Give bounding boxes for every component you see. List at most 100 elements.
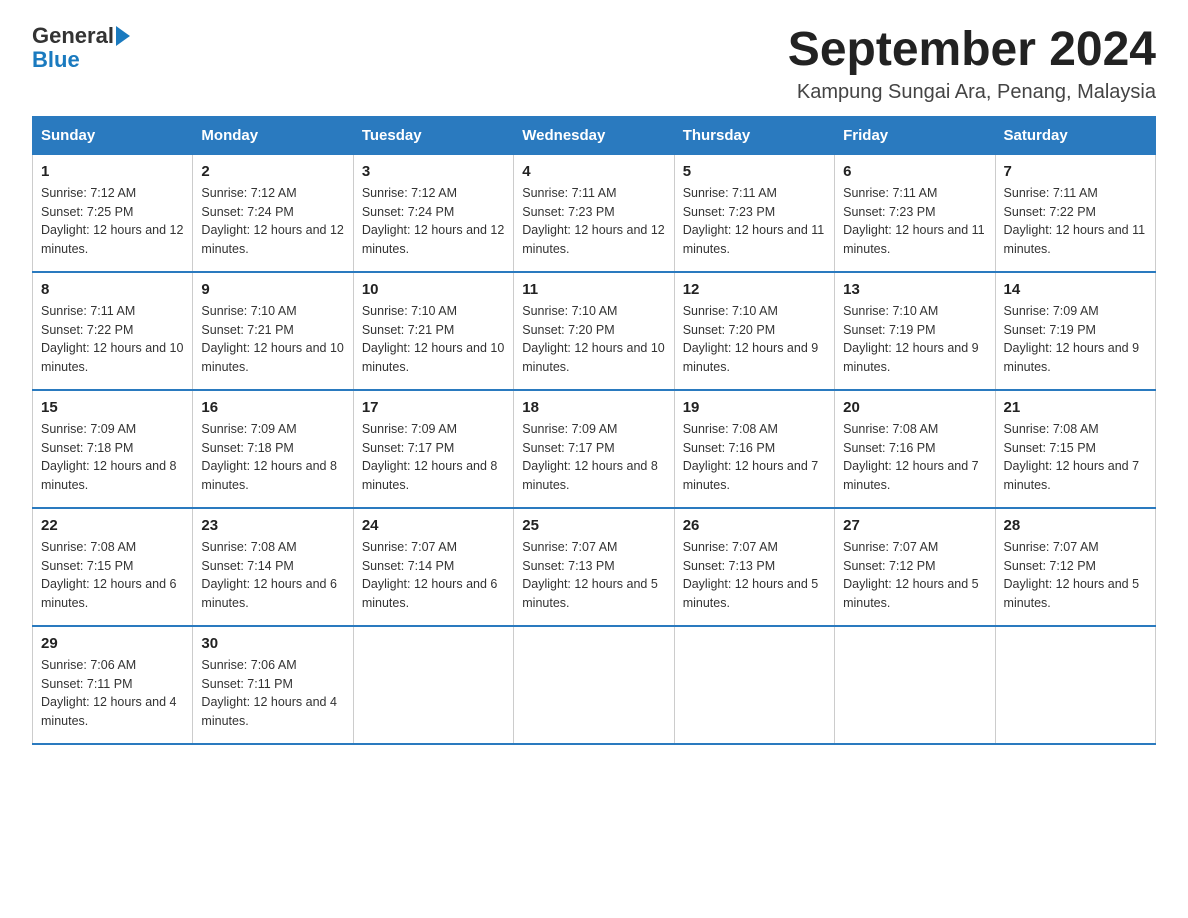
day-number: 8: [41, 281, 184, 298]
day-number: 18: [522, 399, 665, 416]
calendar-day-cell: [674, 626, 834, 744]
calendar-day-cell: 3 Sunrise: 7:12 AM Sunset: 7:24 PM Dayli…: [353, 154, 513, 272]
day-number: 13: [843, 281, 986, 298]
calendar-day-cell: 11 Sunrise: 7:10 AM Sunset: 7:20 PM Dayl…: [514, 272, 674, 390]
day-info: Sunrise: 7:12 AM Sunset: 7:24 PM Dayligh…: [201, 184, 344, 259]
calendar-day-cell: 2 Sunrise: 7:12 AM Sunset: 7:24 PM Dayli…: [193, 154, 353, 272]
calendar-day-cell: 18 Sunrise: 7:09 AM Sunset: 7:17 PM Dayl…: [514, 390, 674, 508]
calendar-day-cell: [353, 626, 513, 744]
day-number: 4: [522, 163, 665, 180]
calendar-day-cell: 29 Sunrise: 7:06 AM Sunset: 7:11 PM Dayl…: [33, 626, 193, 744]
day-info: Sunrise: 7:09 AM Sunset: 7:17 PM Dayligh…: [362, 420, 505, 495]
day-info: Sunrise: 7:08 AM Sunset: 7:15 PM Dayligh…: [1004, 420, 1147, 495]
day-number: 17: [362, 399, 505, 416]
day-info: Sunrise: 7:06 AM Sunset: 7:11 PM Dayligh…: [201, 656, 344, 731]
calendar-day-cell: 16 Sunrise: 7:09 AM Sunset: 7:18 PM Dayl…: [193, 390, 353, 508]
day-info: Sunrise: 7:07 AM Sunset: 7:14 PM Dayligh…: [362, 538, 505, 613]
day-info: Sunrise: 7:07 AM Sunset: 7:12 PM Dayligh…: [1004, 538, 1147, 613]
calendar-day-cell: 30 Sunrise: 7:06 AM Sunset: 7:11 PM Dayl…: [193, 626, 353, 744]
day-number: 29: [41, 635, 184, 652]
day-info: Sunrise: 7:11 AM Sunset: 7:23 PM Dayligh…: [683, 184, 826, 259]
day-number: 28: [1004, 517, 1147, 534]
day-number: 14: [1004, 281, 1147, 298]
calendar-day-cell: 23 Sunrise: 7:08 AM Sunset: 7:14 PM Dayl…: [193, 508, 353, 626]
calendar-day-cell: 19 Sunrise: 7:08 AM Sunset: 7:16 PM Dayl…: [674, 390, 834, 508]
day-info: Sunrise: 7:10 AM Sunset: 7:21 PM Dayligh…: [362, 302, 505, 377]
day-info: Sunrise: 7:09 AM Sunset: 7:18 PM Dayligh…: [41, 420, 184, 495]
calendar-day-cell: 7 Sunrise: 7:11 AM Sunset: 7:22 PM Dayli…: [995, 154, 1155, 272]
calendar-table: Sunday Monday Tuesday Wednesday Thursday…: [32, 116, 1156, 745]
calendar-day-cell: 5 Sunrise: 7:11 AM Sunset: 7:23 PM Dayli…: [674, 154, 834, 272]
calendar-day-cell: 14 Sunrise: 7:09 AM Sunset: 7:19 PM Dayl…: [995, 272, 1155, 390]
day-info: Sunrise: 7:11 AM Sunset: 7:23 PM Dayligh…: [522, 184, 665, 259]
header-friday: Friday: [835, 116, 995, 154]
logo: General Blue: [32, 24, 130, 73]
calendar-day-cell: 20 Sunrise: 7:08 AM Sunset: 7:16 PM Dayl…: [835, 390, 995, 508]
calendar-day-cell: 12 Sunrise: 7:10 AM Sunset: 7:20 PM Dayl…: [674, 272, 834, 390]
calendar-week-row: 8 Sunrise: 7:11 AM Sunset: 7:22 PM Dayli…: [33, 272, 1156, 390]
header-saturday: Saturday: [995, 116, 1155, 154]
day-info: Sunrise: 7:09 AM Sunset: 7:19 PM Dayligh…: [1004, 302, 1147, 377]
logo-triangle-icon: [116, 26, 130, 46]
calendar-day-cell: 27 Sunrise: 7:07 AM Sunset: 7:12 PM Dayl…: [835, 508, 995, 626]
day-number: 5: [683, 163, 826, 180]
day-info: Sunrise: 7:10 AM Sunset: 7:21 PM Dayligh…: [201, 302, 344, 377]
day-number: 27: [843, 517, 986, 534]
day-info: Sunrise: 7:11 AM Sunset: 7:23 PM Dayligh…: [843, 184, 986, 259]
day-number: 15: [41, 399, 184, 416]
day-info: Sunrise: 7:08 AM Sunset: 7:16 PM Dayligh…: [683, 420, 826, 495]
calendar-day-cell: 15 Sunrise: 7:09 AM Sunset: 7:18 PM Dayl…: [33, 390, 193, 508]
logo-blue: Blue: [32, 47, 80, 72]
day-number: 11: [522, 281, 665, 298]
day-info: Sunrise: 7:08 AM Sunset: 7:16 PM Dayligh…: [843, 420, 986, 495]
calendar-week-row: 22 Sunrise: 7:08 AM Sunset: 7:15 PM Dayl…: [33, 508, 1156, 626]
day-info: Sunrise: 7:07 AM Sunset: 7:13 PM Dayligh…: [683, 538, 826, 613]
day-number: 6: [843, 163, 986, 180]
calendar-day-cell: 26 Sunrise: 7:07 AM Sunset: 7:13 PM Dayl…: [674, 508, 834, 626]
calendar-week-row: 15 Sunrise: 7:09 AM Sunset: 7:18 PM Dayl…: [33, 390, 1156, 508]
day-number: 2: [201, 163, 344, 180]
day-number: 24: [362, 517, 505, 534]
calendar-day-cell: 28 Sunrise: 7:07 AM Sunset: 7:12 PM Dayl…: [995, 508, 1155, 626]
calendar-week-row: 29 Sunrise: 7:06 AM Sunset: 7:11 PM Dayl…: [33, 626, 1156, 744]
day-number: 25: [522, 517, 665, 534]
day-info: Sunrise: 7:12 AM Sunset: 7:24 PM Dayligh…: [362, 184, 505, 259]
calendar-day-cell: 10 Sunrise: 7:10 AM Sunset: 7:21 PM Dayl…: [353, 272, 513, 390]
calendar-day-cell: 6 Sunrise: 7:11 AM Sunset: 7:23 PM Dayli…: [835, 154, 995, 272]
day-info: Sunrise: 7:07 AM Sunset: 7:13 PM Dayligh…: [522, 538, 665, 613]
calendar-day-cell: 8 Sunrise: 7:11 AM Sunset: 7:22 PM Dayli…: [33, 272, 193, 390]
day-number: 22: [41, 517, 184, 534]
day-number: 7: [1004, 163, 1147, 180]
day-number: 26: [683, 517, 826, 534]
logo-general: General: [32, 24, 114, 48]
day-info: Sunrise: 7:09 AM Sunset: 7:17 PM Dayligh…: [522, 420, 665, 495]
calendar-day-cell: 21 Sunrise: 7:08 AM Sunset: 7:15 PM Dayl…: [995, 390, 1155, 508]
calendar-day-cell: [514, 626, 674, 744]
calendar-day-cell: 25 Sunrise: 7:07 AM Sunset: 7:13 PM Dayl…: [514, 508, 674, 626]
calendar-title-area: September 2024 Kampung Sungai Ara, Penan…: [788, 24, 1156, 104]
day-number: 30: [201, 635, 344, 652]
page-header: General Blue September 2024 Kampung Sung…: [32, 24, 1156, 104]
day-number: 20: [843, 399, 986, 416]
day-info: Sunrise: 7:07 AM Sunset: 7:12 PM Dayligh…: [843, 538, 986, 613]
calendar-day-cell: 24 Sunrise: 7:07 AM Sunset: 7:14 PM Dayl…: [353, 508, 513, 626]
calendar-day-cell: 17 Sunrise: 7:09 AM Sunset: 7:17 PM Dayl…: [353, 390, 513, 508]
header-wednesday: Wednesday: [514, 116, 674, 154]
calendar-day-cell: 4 Sunrise: 7:11 AM Sunset: 7:23 PM Dayli…: [514, 154, 674, 272]
day-info: Sunrise: 7:10 AM Sunset: 7:20 PM Dayligh…: [522, 302, 665, 377]
calendar-day-cell: 22 Sunrise: 7:08 AM Sunset: 7:15 PM Dayl…: [33, 508, 193, 626]
header-tuesday: Tuesday: [353, 116, 513, 154]
header-sunday: Sunday: [33, 116, 193, 154]
day-number: 12: [683, 281, 826, 298]
calendar-day-cell: 1 Sunrise: 7:12 AM Sunset: 7:25 PM Dayli…: [33, 154, 193, 272]
day-info: Sunrise: 7:08 AM Sunset: 7:15 PM Dayligh…: [41, 538, 184, 613]
header-thursday: Thursday: [674, 116, 834, 154]
day-number: 19: [683, 399, 826, 416]
day-info: Sunrise: 7:09 AM Sunset: 7:18 PM Dayligh…: [201, 420, 344, 495]
calendar-day-cell: [835, 626, 995, 744]
day-number: 21: [1004, 399, 1147, 416]
day-number: 23: [201, 517, 344, 534]
header-monday: Monday: [193, 116, 353, 154]
day-info: Sunrise: 7:10 AM Sunset: 7:19 PM Dayligh…: [843, 302, 986, 377]
calendar-day-cell: [995, 626, 1155, 744]
